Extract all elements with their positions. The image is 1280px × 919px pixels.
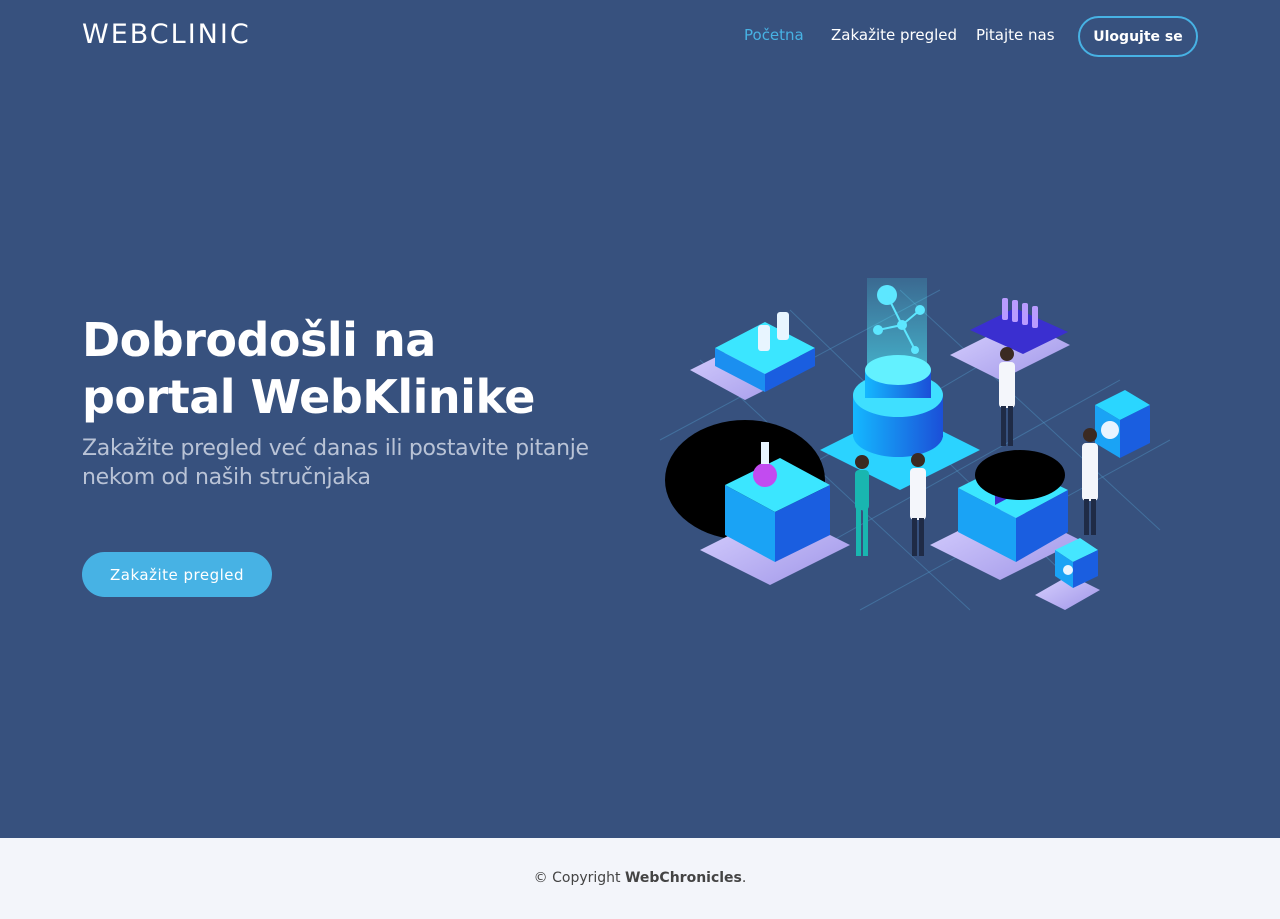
book-appointment-button[interactable]: Zakažite pregled bbox=[82, 552, 272, 597]
site-header: WEBCLINIC Početna Zakažite pregled Pitaj… bbox=[0, 0, 1280, 72]
flask-icon bbox=[753, 463, 777, 487]
medical-cross-icon bbox=[1063, 565, 1073, 575]
hero-illustration bbox=[640, 270, 1180, 620]
site-footer: © Copyright WebChronicles. bbox=[0, 838, 1280, 919]
nurse-figure bbox=[910, 453, 926, 556]
main-nav: Početna Zakažite pregled Pitajte nas Ulo… bbox=[0, 0, 1280, 72]
medicine-bottle-icon bbox=[777, 312, 789, 340]
copyright-suffix: . bbox=[741, 870, 747, 886]
first-aid-icon bbox=[1101, 421, 1119, 439]
login-button[interactable]: Ulogujte se bbox=[1078, 16, 1198, 57]
hero-subtitle: Zakažite pregled već danas ili postavite… bbox=[82, 436, 589, 490]
nav-link-home[interactable]: Početna bbox=[744, 26, 804, 44]
doctor-figure bbox=[1082, 428, 1098, 535]
medicine-bottle-icon bbox=[758, 325, 770, 351]
copyright-prefix: © Copyright bbox=[533, 870, 621, 886]
nav-link-book-appointment[interactable]: Zakažite pregled bbox=[831, 26, 957, 44]
copyright-text: © Copyright WebChronicles. bbox=[0, 870, 1280, 886]
isometric-medical-lab-illustration bbox=[659, 278, 1171, 611]
hero-title: Dobrodošli na portal WebKlinike bbox=[82, 313, 536, 424]
copyright-brand: WebChronicles bbox=[624, 870, 742, 886]
nav-link-ask-us[interactable]: Pitajte nas bbox=[976, 26, 1055, 44]
